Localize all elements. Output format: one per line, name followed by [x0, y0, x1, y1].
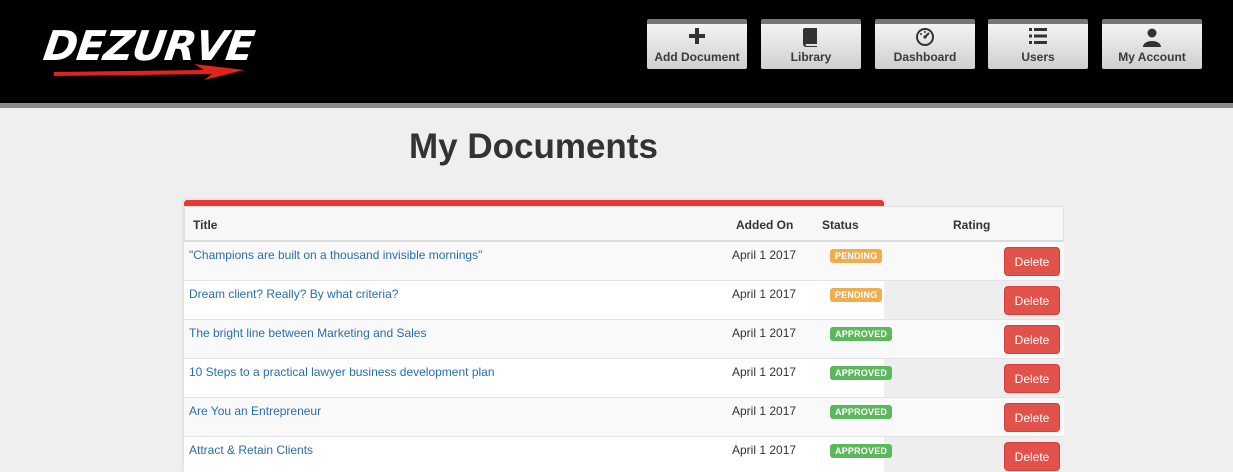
document-title-link[interactable]: Attract & Retain Clients [189, 443, 313, 457]
nav-library-button[interactable]: Library [761, 19, 861, 69]
status-badge: APPROVED [830, 405, 893, 419]
delete-button[interactable]: Delete [1004, 286, 1060, 315]
status-badge: APPROVED [830, 327, 893, 341]
nav-users-button[interactable]: Users [988, 19, 1088, 69]
list-icon [988, 27, 1088, 49]
column-header-rating[interactable]: Rating [953, 218, 990, 232]
table-row: "Champions are built on a thousand invis… [184, 242, 1064, 281]
user-icon [1102, 27, 1202, 49]
status-badge: PENDING [830, 249, 883, 263]
table-row: Dream client? Really? By what criteria? … [184, 281, 1064, 320]
plus-icon [647, 27, 747, 49]
swoosh-icon [54, 64, 244, 80]
nav-label: Library [790, 50, 832, 64]
delete-button[interactable]: Delete [1004, 364, 1060, 393]
document-title-link[interactable]: The bright line between Marketing and Sa… [189, 326, 426, 340]
brand-name: DEZURVE [40, 22, 257, 70]
added-on-date: April 1 2017 [732, 443, 797, 457]
added-on-date: April 1 2017 [732, 365, 797, 379]
column-header-title[interactable]: Title [193, 218, 217, 232]
page-title: My Documents [409, 127, 658, 166]
added-on-date: April 1 2017 [732, 287, 797, 301]
delete-button[interactable]: Delete [1004, 403, 1060, 432]
brand-logo[interactable]: DEZURVE [40, 22, 257, 86]
dashboard-icon [875, 27, 975, 49]
header-divider [0, 103, 1233, 108]
column-header-status[interactable]: Status [822, 218, 859, 232]
delete-button[interactable]: Delete [1004, 442, 1060, 471]
nav-label: Add Document [654, 50, 740, 64]
status-badge: APPROVED [830, 444, 893, 458]
added-on-date: April 1 2017 [732, 326, 797, 340]
delete-button[interactable]: Delete [1004, 247, 1060, 276]
document-title-link[interactable]: Are You an Entrepreneur [189, 404, 321, 418]
nav-dashboard-button[interactable]: Dashboard [875, 19, 975, 69]
table-row: Are You an Entrepreneur April 1 2017 APP… [184, 398, 1064, 437]
status-badge: APPROVED [830, 366, 893, 380]
added-on-date: April 1 2017 [732, 404, 797, 418]
added-on-date: April 1 2017 [732, 248, 797, 262]
document-title-link[interactable]: 10 Steps to a practical lawyer business … [189, 365, 495, 379]
table-row: 10 Steps to a practical lawyer business … [184, 359, 1064, 398]
top-header: DEZURVE Add Document Library Dashboard U… [0, 0, 1233, 103]
nav-label: Dashboard [893, 50, 957, 64]
nav-label: My Account [1118, 50, 1186, 64]
nav-label: Users [1021, 50, 1055, 64]
status-badge: PENDING [830, 288, 883, 302]
delete-button[interactable]: Delete [1004, 325, 1060, 354]
column-header-added-on[interactable]: Added On [736, 218, 793, 232]
documents-table: Title Added On Status Rating "Champions … [184, 206, 1064, 472]
table-header: Title Added On Status Rating [184, 206, 1064, 242]
table-row: The bright line between Marketing and Sa… [184, 320, 1064, 359]
nav-add-document-button[interactable]: Add Document [647, 19, 747, 69]
nav-my-account-button[interactable]: My Account [1102, 19, 1202, 69]
document-title-link[interactable]: Dream client? Really? By what criteria? [189, 287, 398, 301]
table-row: Attract & Retain Clients April 1 2017 AP… [184, 437, 1064, 472]
book-icon [761, 27, 861, 49]
document-title-link[interactable]: "Champions are built on a thousand invis… [189, 248, 482, 262]
